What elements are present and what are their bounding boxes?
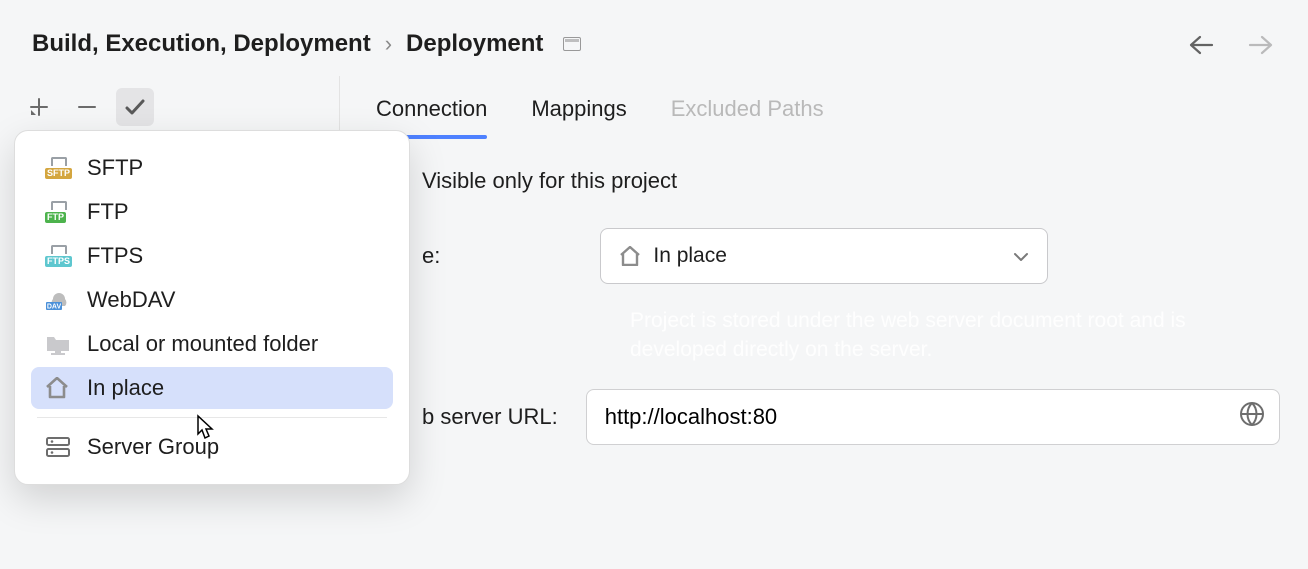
- nav-back-button[interactable]: [1186, 30, 1216, 60]
- add-button[interactable]: [20, 88, 58, 126]
- home-icon: [619, 246, 641, 266]
- tab-excluded-paths[interactable]: Excluded Paths: [671, 84, 824, 136]
- main-panel: Connection Mappings Excluded Paths Visib…: [339, 76, 1308, 467]
- nav-forward-button[interactable]: [1246, 30, 1276, 60]
- popup-separator: [37, 417, 387, 418]
- popup-item-sftp[interactable]: SFTP SFTP: [31, 147, 393, 189]
- breadcrumb: Build, Execution, Deployment › Deploymen…: [0, 0, 1308, 76]
- tabs: Connection Mappings Excluded Paths: [376, 84, 1280, 140]
- server-group-icon: [45, 436, 73, 458]
- ftps-icon: FTPS: [45, 245, 73, 267]
- url-label: b server URL:: [422, 404, 558, 430]
- type-label: e:: [422, 243, 440, 269]
- popup-item-ftps[interactable]: FTPS FTPS: [31, 235, 393, 277]
- sftp-icon: SFTP: [45, 157, 73, 179]
- web-server-url-input[interactable]: [586, 389, 1280, 445]
- type-select[interactable]: In place: [600, 228, 1048, 284]
- folder-icon: [45, 333, 73, 355]
- remove-button[interactable]: [68, 88, 106, 126]
- server-type-popup: SFTP SFTP FTP FTP FTPS FTPS DAV WebDAV L…: [14, 130, 410, 485]
- window-icon: [563, 37, 581, 51]
- webdav-icon: DAV: [45, 289, 73, 311]
- url-field[interactable]: [605, 404, 1239, 430]
- ftp-icon: FTP: [45, 201, 73, 223]
- popup-item-in-place[interactable]: In place: [31, 367, 393, 409]
- popup-item-local-folder[interactable]: Local or mounted folder: [31, 323, 393, 365]
- globe-icon[interactable]: [1239, 401, 1265, 433]
- breadcrumb-separator-icon: ›: [385, 31, 392, 57]
- home-icon: [45, 377, 73, 399]
- breadcrumb-current: Deployment: [406, 30, 543, 58]
- tab-connection[interactable]: Connection: [376, 84, 487, 136]
- type-select-value: In place: [653, 244, 727, 268]
- set-default-button[interactable]: [116, 88, 154, 126]
- popup-item-server-group[interactable]: Server Group: [31, 426, 393, 468]
- breadcrumb-parent[interactable]: Build, Execution, Deployment: [32, 30, 371, 58]
- chevron-down-icon: [1013, 244, 1029, 268]
- svg-text:DAV: DAV: [47, 304, 62, 311]
- popup-item-ftp[interactable]: FTP FTP: [31, 191, 393, 233]
- popup-item-webdav[interactable]: DAV WebDAV: [31, 279, 393, 321]
- tab-mappings[interactable]: Mappings: [531, 84, 626, 136]
- visible-only-label: Visible only for this project: [422, 168, 1280, 194]
- type-description: Project is stored under the web server d…: [630, 306, 1280, 365]
